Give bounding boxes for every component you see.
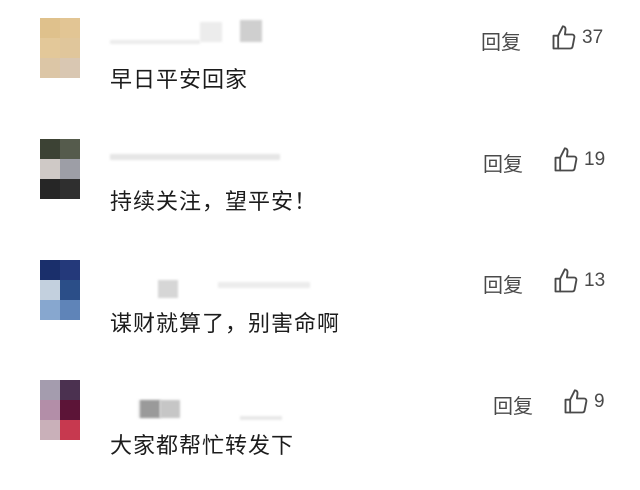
- avatar-pixel: [40, 179, 60, 199]
- like-count: 37: [582, 27, 604, 48]
- like-button[interactable]: 9: [562, 388, 605, 416]
- avatar-pixel: [60, 280, 80, 300]
- avatar-pixel: [40, 260, 60, 280]
- avatar-pixel: [40, 300, 60, 320]
- username-blurred[interactable]: [110, 260, 310, 298]
- like-button[interactable]: 19: [552, 146, 605, 174]
- like-button[interactable]: 13: [552, 267, 605, 295]
- username-blurred[interactable]: [110, 138, 280, 164]
- avatar-pixel: [40, 159, 60, 179]
- avatar-pixel: [40, 420, 60, 440]
- comment-item: 持续关注，望平安！ 回复 19: [0, 120, 640, 240]
- comment-text: 大家都帮忙转发下: [110, 434, 295, 459]
- avatar-pixel: [40, 18, 60, 38]
- avatar[interactable]: [40, 18, 80, 78]
- username-blurred[interactable]: [110, 382, 282, 420]
- comment-item: 早日平安回家 回复 37: [0, 0, 640, 120]
- like-button[interactable]: 37: [550, 24, 603, 52]
- comment-text: 持续关注，望平安！: [110, 190, 318, 215]
- avatar-pixel: [60, 139, 80, 159]
- avatar-pixel: [60, 58, 80, 78]
- avatar-pixel: [60, 300, 80, 320]
- avatar-pixel: [60, 260, 80, 280]
- reply-button[interactable]: 回复: [483, 269, 523, 298]
- avatar[interactable]: [40, 260, 80, 320]
- avatar-pixel: [40, 400, 60, 420]
- comment-item: 大家都帮忙转发下 回复 9: [0, 360, 640, 480]
- avatar-pixel: [60, 400, 80, 420]
- avatar[interactable]: [40, 380, 80, 440]
- reply-button[interactable]: 回复: [481, 26, 521, 55]
- avatar-pixel: [60, 420, 80, 440]
- avatar-pixel: [40, 38, 60, 58]
- thumbs-up-icon: [552, 25, 576, 50]
- avatar-pixel: [60, 38, 80, 58]
- avatar-pixel: [40, 380, 60, 400]
- thumbs-up-icon: [554, 268, 578, 293]
- avatar-pixel: [40, 280, 60, 300]
- thumbs-up-icon: [564, 389, 588, 414]
- username-blurred[interactable]: [110, 18, 280, 44]
- comment-item: 谋财就算了，别害命啊 回复 13: [0, 240, 640, 360]
- avatar-pixel: [60, 179, 80, 199]
- comment-text: 早日平安回家: [110, 68, 249, 93]
- like-count: 13: [584, 270, 606, 291]
- avatar-pixel: [40, 58, 60, 78]
- avatar-pixel: [40, 139, 60, 159]
- avatar-pixel: [60, 380, 80, 400]
- like-count: 9: [594, 391, 605, 412]
- like-count: 19: [584, 149, 606, 170]
- thumbs-up-icon: [554, 147, 578, 172]
- reply-button[interactable]: 回复: [483, 148, 523, 177]
- reply-button[interactable]: 回复: [493, 390, 533, 419]
- avatar-pixel: [60, 159, 80, 179]
- avatar[interactable]: [40, 139, 80, 199]
- avatar-pixel: [60, 18, 80, 38]
- comment-text: 谋财就算了，别害命啊: [110, 312, 341, 337]
